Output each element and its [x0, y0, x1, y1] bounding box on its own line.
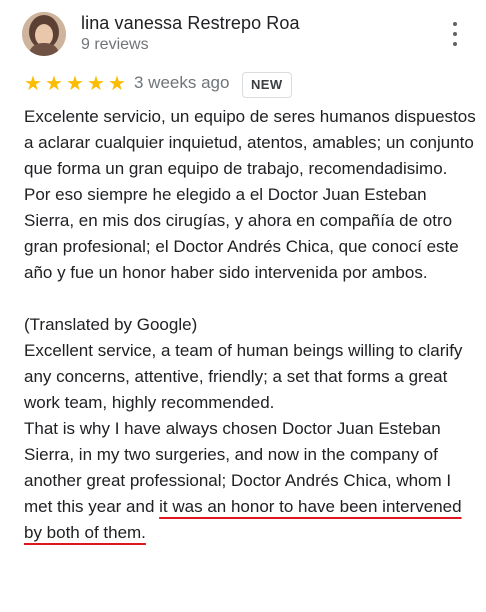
review-meta: ★ ★ ★ ★ ★ 3 weeks ago NEW: [24, 72, 464, 98]
review-paragraph: Excelente servicio, un equipo de seres h…: [24, 107, 476, 178]
translation-label: (Translated by Google): [24, 315, 198, 334]
translated-paragraph: That is why I have always chosen Doctor …: [24, 416, 476, 546]
review-paragraph: Por eso siempre he elegido a el Doctor J…: [24, 185, 459, 282]
new-badge: NEW: [242, 72, 292, 98]
more-vert-icon[interactable]: [450, 22, 460, 46]
star-icon: ★: [66, 73, 84, 95]
star-icon: ★: [45, 73, 63, 95]
review-header: lina vanessa Restrepo Roa 9 reviews: [22, 10, 472, 60]
review-text: Excelente servicio, un equipo de seres h…: [24, 104, 476, 546]
star-icon: ★: [87, 73, 105, 95]
star-icon: ★: [108, 73, 126, 95]
star-rating: ★ ★ ★ ★ ★: [24, 72, 129, 96]
author-name[interactable]: lina vanessa Restrepo Roa: [81, 13, 300, 34]
review-date: 3 weeks ago: [134, 73, 230, 92]
avatar[interactable]: [22, 12, 66, 56]
translated-paragraph: Excellent service, a team of human being…: [24, 341, 463, 412]
author-review-count: 9 reviews: [81, 36, 149, 53]
star-icon: ★: [24, 73, 42, 95]
